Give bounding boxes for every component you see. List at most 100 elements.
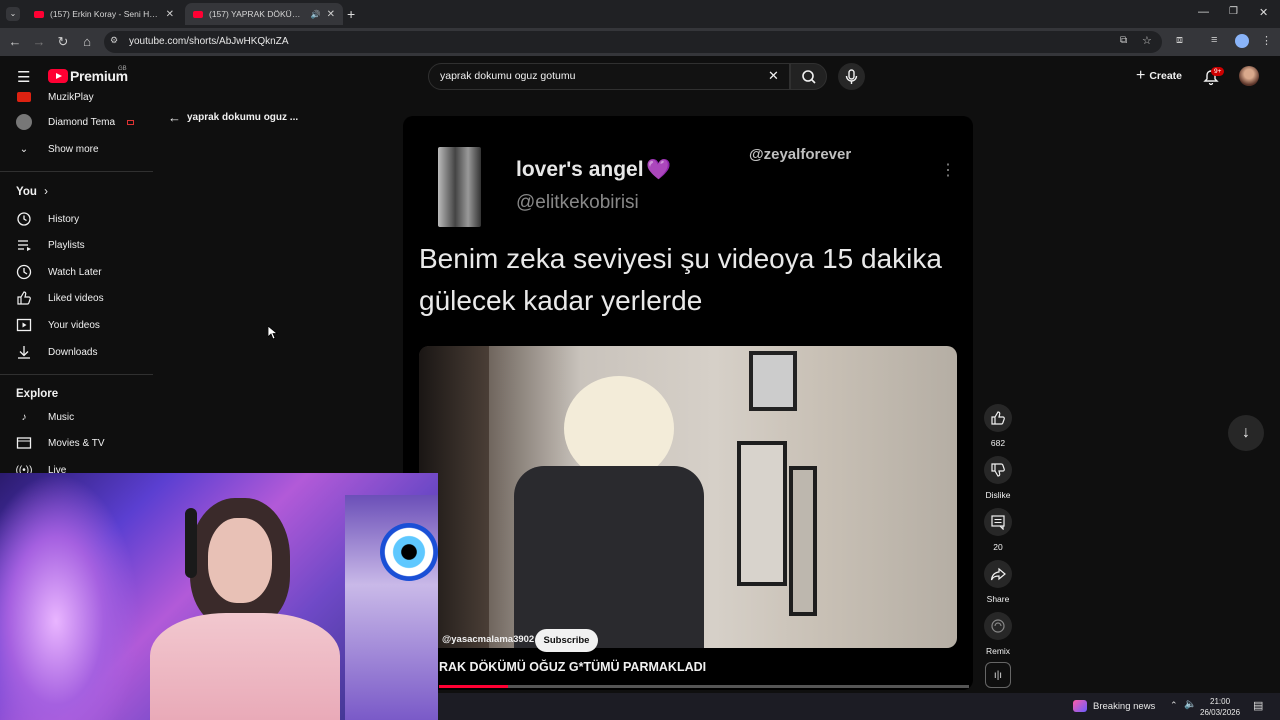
sidebar-item-playlists[interactable]: Playlists	[0, 232, 152, 258]
browser-tab-bar: ⌄ (157) Erkin Koray - Seni Her Gö ✕ (157…	[0, 0, 1280, 28]
you-heading-label: You	[16, 186, 37, 198]
sidebar-item-movies-tv[interactable]: Movies & TV	[0, 430, 152, 456]
short-title: RAK DÖKÜMÜ OĞUZ G*TÜMÜ PARMAKLADI	[439, 660, 707, 674]
sidebar-item-music[interactable]: ♪ Music	[0, 404, 152, 430]
sidebar-item-muzikplay[interactable]: MuzikPlay	[0, 84, 152, 110]
site-info-icon[interactable]: ⚙	[110, 35, 118, 46]
person-suit	[514, 466, 704, 648]
install-app-icon[interactable]: ⧉	[1120, 35, 1127, 46]
clear-search-icon[interactable]: ✕	[768, 68, 779, 84]
like-button[interactable]	[984, 404, 1012, 432]
back-to-results[interactable]: ← yaprak dokumu oguz ...	[168, 110, 298, 125]
channel-avatar-icon	[16, 114, 32, 130]
tab-title: (157) YAPRAK DÖKÜMÜ OĞ	[209, 9, 307, 19]
sidebar-item-diamond-tema[interactable]: Diamond Tema	[0, 109, 152, 135]
browser-menu-icon[interactable]: ⋮	[1261, 34, 1272, 47]
sidebar-item-history[interactable]: History	[0, 206, 152, 232]
chevron-right-icon: ›	[44, 186, 48, 198]
region-code: GB	[118, 66, 127, 72]
share-label: Share	[986, 594, 1010, 604]
tweet-avatar	[438, 147, 481, 227]
search-button[interactable]	[790, 63, 827, 90]
close-window-icon[interactable]: ✕	[1259, 6, 1268, 19]
fairy-lights	[0, 473, 140, 720]
youtube-favicon-icon	[34, 10, 44, 18]
channel-avatar-icon	[16, 89, 32, 105]
sidebar-show-more[interactable]: ⌄ Show more	[0, 136, 152, 162]
profile-icon[interactable]	[1235, 34, 1249, 48]
url-text[interactable]: youtube.com/shorts/AbJwHKQknZA	[129, 36, 289, 47]
thumbs-up-icon	[16, 290, 32, 306]
sidebar-item-downloads[interactable]: Downloads	[0, 339, 152, 365]
new-tab-icon[interactable]: +	[347, 6, 355, 22]
voice-search-button[interactable]	[838, 63, 865, 90]
news-widget[interactable]: Breaking news	[1073, 700, 1155, 712]
comments-button[interactable]	[984, 508, 1012, 536]
sidebar-item-label: Movies & TV	[48, 437, 105, 449]
dislike-label: Dislike	[985, 490, 1011, 500]
sidebar-item-liked-videos[interactable]: Liked videos	[0, 285, 152, 311]
you-heading[interactable]: You ›	[16, 186, 48, 198]
media-controls-icon[interactable]: ≡	[1211, 34, 1217, 46]
browser-tab-1[interactable]: (157) Erkin Koray - Seni Her Gö ✕	[26, 3, 182, 25]
back-icon[interactable]: ←	[7, 34, 23, 50]
film-icon	[16, 435, 32, 451]
home-icon[interactable]: ⌂	[79, 34, 95, 50]
progress-bar[interactable]	[439, 685, 969, 688]
video-frame	[419, 346, 957, 648]
channel-handle[interactable]: @yasacmalama3902	[442, 634, 534, 645]
plus-icon: +	[1135, 67, 1146, 84]
create-button[interactable]: + Create	[1129, 64, 1189, 88]
extensions-icon[interactable]: ⧈	[1176, 34, 1183, 47]
sidebar-item-label: Your videos	[48, 319, 100, 331]
sidebar-item-label: Music	[48, 411, 75, 423]
restore-icon[interactable]: ❐	[1229, 6, 1238, 17]
minimize-icon[interactable]: —	[1198, 6, 1209, 18]
close-tab-icon[interactable]: ✕	[327, 9, 335, 20]
video-watermark: @zeyalforever	[749, 146, 852, 163]
youtube-logo-icon[interactable]	[48, 69, 68, 83]
sidebar-item-watch-later[interactable]: Watch Later	[0, 259, 152, 285]
comment-count: 20	[993, 542, 1003, 552]
next-short-button[interactable]: ↓	[1228, 415, 1264, 451]
evil-eye-ornament	[380, 523, 438, 581]
live-dot-icon	[127, 119, 135, 125]
clock-date: 26/03/2026	[1200, 708, 1241, 717]
tweet-handle: @elitkekobirisi	[516, 192, 639, 213]
notification-center-icon[interactable]: ▤	[1253, 699, 1263, 712]
create-label: Create	[1149, 70, 1183, 82]
news-icon	[1073, 700, 1087, 712]
system-clock[interactable]: 21:00 26/03/2026	[1200, 696, 1240, 718]
remix-icon	[991, 619, 1005, 633]
remix-button[interactable]	[984, 612, 1012, 640]
clock-icon	[16, 264, 32, 280]
reload-icon[interactable]: ↻	[55, 34, 71, 50]
explore-heading: Explore	[16, 388, 59, 400]
webcam-overlay	[0, 473, 438, 720]
dislike-button[interactable]	[984, 456, 1012, 484]
purple-heart-icon: 💜	[646, 159, 671, 181]
youtube-favicon-icon	[193, 10, 203, 18]
bookmark-star-icon[interactable]: ☆	[1142, 34, 1152, 47]
sidebar-item-your-videos[interactable]: Your videos	[0, 312, 152, 338]
audio-playing-icon[interactable]: 🔊	[311, 10, 321, 19]
sidebar-item-label: Diamond Tema	[48, 116, 116, 128]
volume-icon[interactable]: 🔈	[1184, 699, 1196, 710]
share-button[interactable]	[984, 560, 1012, 588]
tab-search-icon[interactable]: ⌄	[6, 7, 20, 21]
chevron-up-icon[interactable]: ⌃	[1170, 700, 1178, 711]
search-query[interactable]: yaprak dokumu oguz gotumu	[440, 70, 575, 82]
show-more-label: Show more	[48, 143, 99, 155]
forward-icon[interactable]: →	[31, 34, 47, 50]
back-label: yaprak dokumu oguz ...	[187, 112, 299, 123]
account-avatar[interactable]	[1239, 66, 1259, 86]
news-label: Breaking news	[1093, 700, 1156, 712]
sound-button[interactable]: ı|ı	[985, 662, 1011, 688]
history-icon	[16, 211, 32, 227]
browser-tab-2[interactable]: (157) YAPRAK DÖKÜMÜ OĞ 🔊 ✕	[185, 3, 343, 25]
thumbs-up-icon	[991, 411, 1005, 425]
person-face	[208, 518, 272, 603]
close-tab-icon[interactable]: ✕	[166, 9, 174, 20]
subscribe-button[interactable]: Subscribe	[535, 629, 598, 652]
tweet-text: Benim zeka seviyesi şu videoya 15 dakika…	[419, 243, 942, 316]
